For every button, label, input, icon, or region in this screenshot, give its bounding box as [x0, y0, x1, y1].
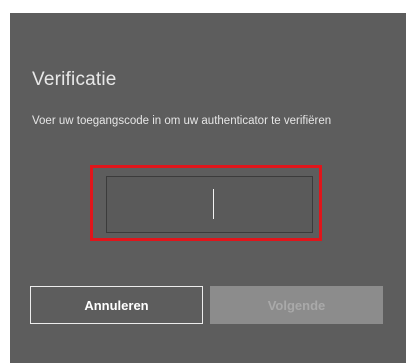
- text-cursor: [213, 189, 214, 219]
- cancel-button[interactable]: Annuleren: [30, 286, 203, 324]
- next-button[interactable]: Volgende: [210, 286, 383, 324]
- access-code-input[interactable]: [106, 176, 313, 233]
- dialog-title: Verificatie: [32, 69, 117, 90]
- dialog-description: Voer uw toegangscode in om uw authentica…: [32, 115, 332, 127]
- verification-dialog: Verificatie Voer uw toegangscode in om u…: [10, 13, 406, 363]
